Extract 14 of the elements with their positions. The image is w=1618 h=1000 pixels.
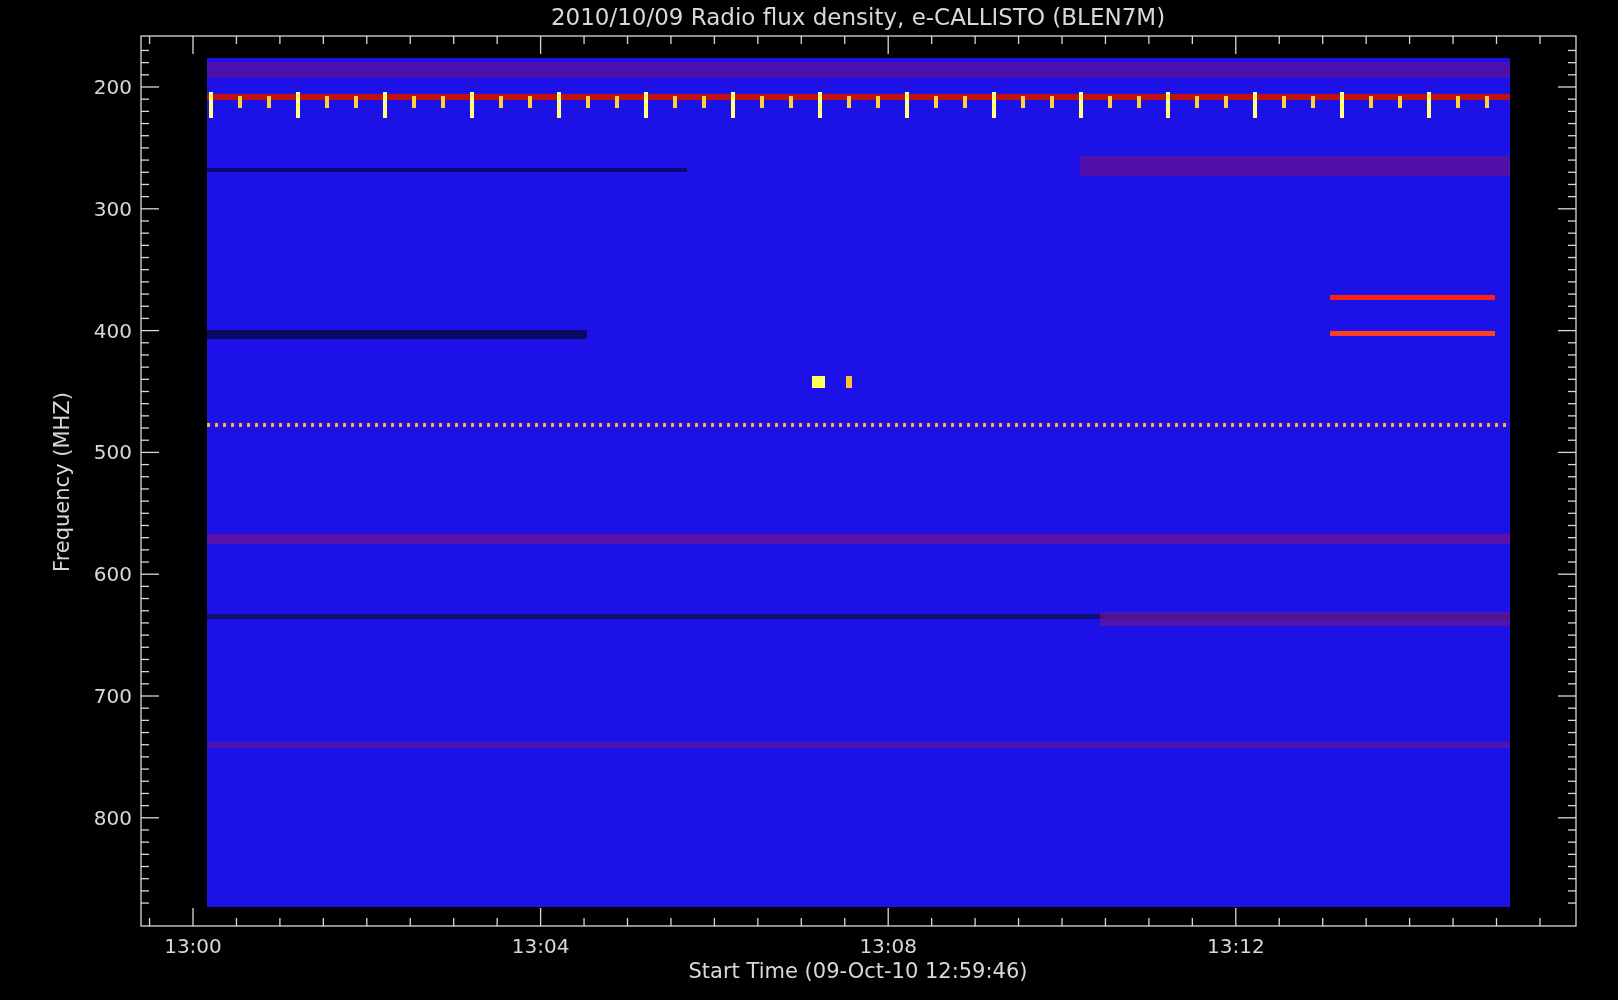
x-tick-label: 13:00 xyxy=(164,934,222,958)
y-tick-label: 200 xyxy=(93,75,132,99)
y-tick-label: 500 xyxy=(93,440,132,465)
y-tick-label: 700 xyxy=(93,684,132,708)
y-axis-label: Frequency (MHZ) xyxy=(50,392,74,572)
chart-title: 2010/10/09 Radio flux density, e-CALLISTO (BLEN7M) xyxy=(550,4,1166,30)
x-axis-label: Start Time (09-Oct-10 12:59:46) xyxy=(688,959,1028,983)
x-tick-label: 13:04 xyxy=(511,934,570,958)
x-tick-label: 13:12 xyxy=(1207,934,1265,958)
y-tick-label: 300 xyxy=(93,196,132,221)
y-tick-label: 800 xyxy=(93,805,132,830)
y-tick-label: 400 xyxy=(93,318,132,343)
y-tick-label: 600 xyxy=(93,562,132,587)
x-tick-label: 13:08 xyxy=(859,934,917,958)
